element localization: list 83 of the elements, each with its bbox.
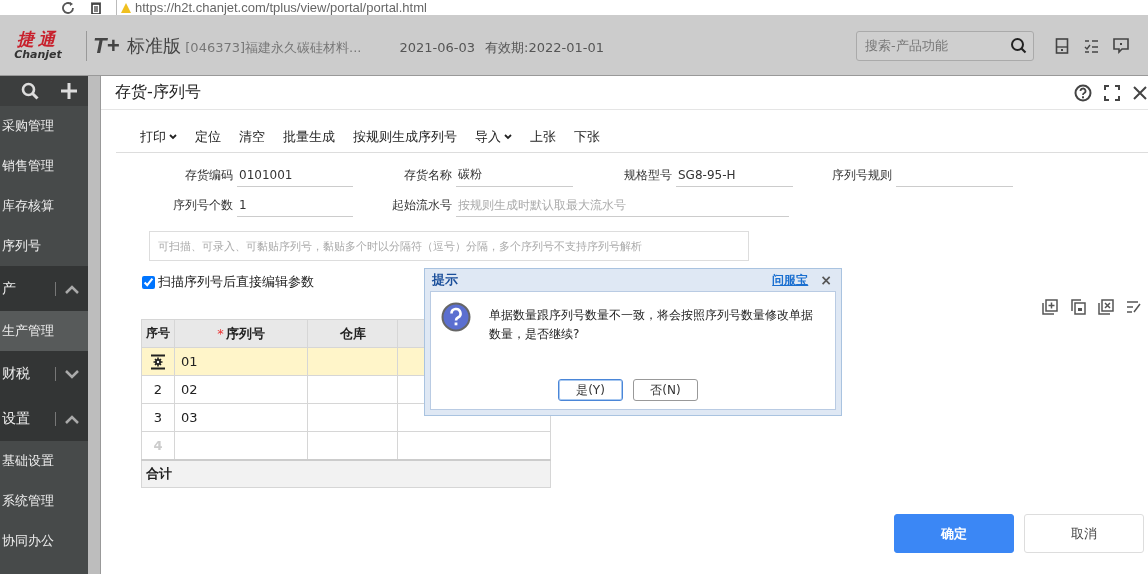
total-label: 合计 <box>141 459 551 488</box>
dialog-message: 单据数量跟序列号数量不一致，将会按照序列号数量修改单据数量，是否继续? <box>489 307 814 343</box>
sidebar-group[interactable]: 产 <box>0 266 88 311</box>
toolbar-button[interactable]: 导入 <box>467 126 520 148</box>
sidebar-item[interactable]: 生产管理 <box>0 311 88 351</box>
field-label: 存货编码 <box>184 167 234 184</box>
plus-icon[interactable] <box>59 82 78 100</box>
product-logo: T+ <box>93 32 120 59</box>
sidebar-item[interactable]: 销售管理 <box>0 146 88 186</box>
dialog-title: 提示 <box>432 271 458 289</box>
field-label: 存货名称 <box>403 167 453 184</box>
row-number: 2 <box>141 375 175 404</box>
toolbar-button[interactable]: 清空 <box>231 126 273 148</box>
help-icon[interactable] <box>1074 83 1092 102</box>
lock-warning-icon <box>121 2 131 13</box>
sidebar-item[interactable]: 序列号 <box>0 226 88 266</box>
no-button[interactable]: 否(N) <box>633 379 698 401</box>
delete-row-icon[interactable] <box>1098 299 1114 315</box>
help-link[interactable]: 问服宝 <box>772 271 809 289</box>
row-number: 3 <box>141 403 175 432</box>
cancel-button[interactable]: 取消 <box>1024 514 1144 553</box>
sidebar-item[interactable]: 库存核算 <box>0 186 88 226</box>
field-label: 规格型号 <box>623 167 673 184</box>
toolbar-button[interactable]: 按规则生成序列号 <box>345 126 465 148</box>
save-icon[interactable] <box>1055 37 1069 54</box>
toolbar-button[interactable]: 下张 <box>566 126 608 148</box>
field-label: 起始流水号 <box>391 197 453 214</box>
sidebar-item[interactable]: 采购管理 <box>0 106 88 146</box>
confirm-button[interactable]: 确定 <box>894 514 1014 553</box>
group-label: 产 <box>2 279 17 298</box>
login-date: 2021-06-03 <box>399 40 476 55</box>
scan-input-field[interactable]: 可扫描、可录入、可黏贴序列号，黏贴多个时以分隔符（逗号）分隔，多个序列号不支持序列号解析 <box>149 231 749 261</box>
column-header: 序列号 <box>225 325 265 341</box>
sidebar-group[interactable]: 设置 <box>0 396 88 441</box>
column-header: 序号 <box>141 319 175 348</box>
toolbar-button[interactable]: 批量生成 <box>275 126 343 148</box>
close-button[interactable]: × <box>816 272 836 288</box>
copy-row-icon[interactable] <box>1070 299 1086 315</box>
column-header: 仓库 <box>307 319 398 348</box>
chevron-down-icon[interactable] <box>64 368 80 379</box>
row-edit-icon[interactable] <box>150 353 166 370</box>
group-label: 设置 <box>2 409 31 428</box>
reload-icon[interactable] <box>62 1 76 14</box>
field-label: 序列号规则 <box>831 167 893 184</box>
validity-date: 有效期:2022-01-01 <box>485 38 604 57</box>
checkbox[interactable] <box>142 275 155 289</box>
table-cell: 03 <box>174 403 308 432</box>
group-label: 财税 <box>2 364 31 383</box>
sidebar-item[interactable]: 基础设置 <box>0 441 88 481</box>
chevron-up-icon[interactable] <box>64 413 80 424</box>
caret-icon <box>169 134 177 140</box>
caret-icon <box>504 134 512 140</box>
search-icon[interactable] <box>20 82 39 100</box>
toolbar-button[interactable]: 定位 <box>187 126 229 148</box>
trash-icon[interactable] <box>90 1 102 14</box>
table-cell: 02 <box>174 375 308 404</box>
window-title: 存货-序列号 <box>115 82 201 103</box>
chevron-up-icon[interactable] <box>64 283 80 294</box>
checklist-icon[interactable] <box>1083 37 1099 54</box>
search-icon[interactable] <box>1010 36 1028 55</box>
table-cell: 01 <box>174 347 308 376</box>
checkbox-label: 扫描序列号后直接编辑参数 <box>158 273 314 291</box>
add-row-icon[interactable] <box>1042 299 1058 315</box>
logo-text: 捷通 <box>17 30 59 49</box>
toolbar-button[interactable]: 打印 <box>132 126 185 148</box>
edition-label: 标准版 <box>127 33 182 58</box>
field-label: 序列号个数 <box>172 197 234 214</box>
close-icon[interactable] <box>1132 84 1148 101</box>
fullscreen-icon[interactable] <box>1104 84 1120 101</box>
message-icon[interactable] <box>1113 37 1129 54</box>
sidebar-group[interactable]: 财税 <box>0 351 88 396</box>
edit-list-icon[interactable] <box>1126 299 1142 315</box>
url-text: https://h2t.chanjet.com/tplus/view/portal/portal.html <box>135 0 427 15</box>
yes-button[interactable]: 是(Y) <box>558 379 623 401</box>
sidebar-item[interactable]: 协同办公 <box>0 521 88 561</box>
toolbar-button[interactable]: 上张 <box>522 126 564 148</box>
required-mark: * <box>217 325 224 341</box>
company-name: [046373]福建永久碳硅材料... <box>185 38 362 57</box>
sidebar-item[interactable]: 系统管理 <box>0 481 88 521</box>
search-field[interactable]: 搜索-产品功能 <box>856 30 1034 61</box>
address-bar[interactable]: https://h2t.chanjet.com/tplus/view/portal/portal.html <box>116 0 1148 15</box>
question-icon <box>441 302 471 332</box>
logo-subtext: Chanjet <box>14 49 62 61</box>
